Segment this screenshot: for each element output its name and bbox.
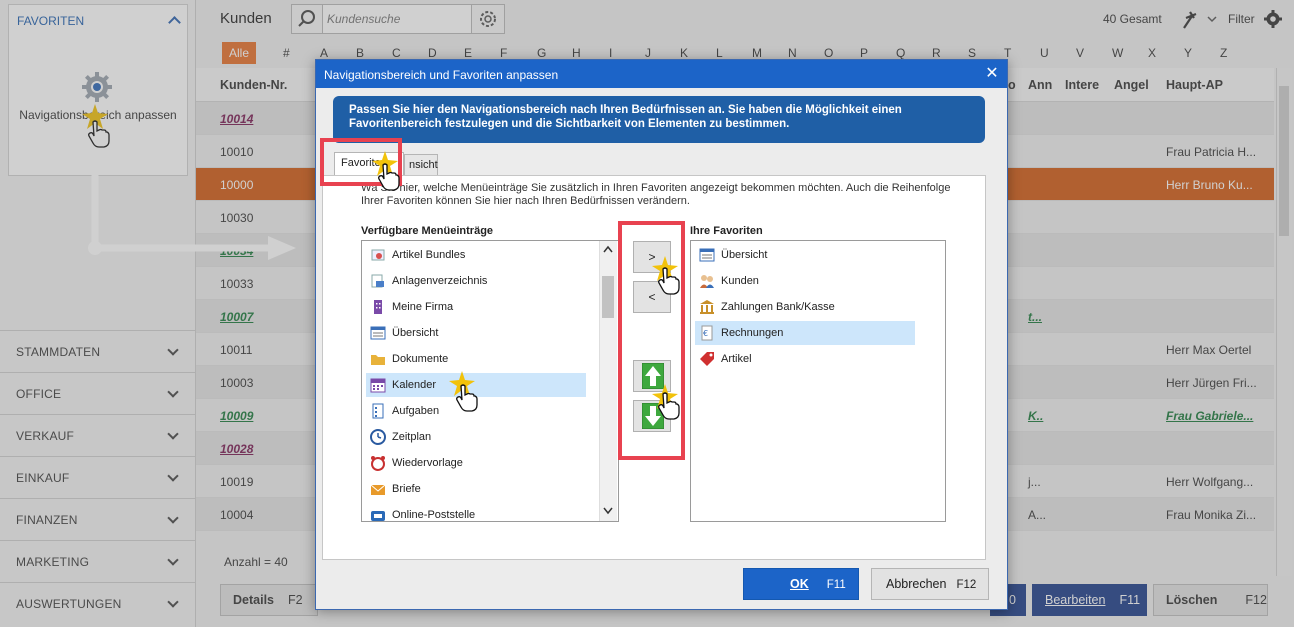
available-item-label: Aufgaben bbox=[392, 405, 440, 417]
svg-text:€: € bbox=[703, 329, 708, 338]
hand-cursor-icon bbox=[658, 267, 680, 295]
info-banner: Passen Sie hier den Navigationsbereich n… bbox=[333, 96, 985, 143]
available-item[interactable]: Wiedervorlage bbox=[366, 451, 586, 475]
overview-icon bbox=[699, 248, 715, 262]
ok-button[interactable]: OK F11 bbox=[743, 568, 859, 600]
available-items-list[interactable]: Artikel Bundles Anlagenverzeichnis Meine F… bbox=[361, 240, 619, 522]
favorite-item[interactable]: Artikel bbox=[695, 347, 915, 371]
folder-icon bbox=[371, 355, 385, 365]
favorite-item[interactable]: Übersicht bbox=[695, 243, 915, 267]
available-item[interactable]: Dokumente bbox=[366, 347, 586, 371]
favorite-item[interactable]: Zahlungen Bank/Kasse bbox=[695, 295, 915, 319]
cancel-button[interactable]: Abbrechen F12 bbox=[871, 568, 989, 600]
favorite-items-list[interactable]: Übersicht Kunden Zahlungen Bank/Kasse € Rech… bbox=[690, 240, 946, 522]
favorite-items-title: Ihre Favoriten bbox=[690, 225, 763, 237]
hand-cursor-icon bbox=[456, 384, 478, 412]
available-item[interactable]: Artikel Bundles bbox=[366, 243, 586, 267]
available-item-label: Dokumente bbox=[392, 353, 449, 365]
info-line-2: Favoritenbereich festzulegen und die Sic… bbox=[349, 118, 790, 130]
available-item-label: Briefe bbox=[392, 483, 421, 495]
available-list-scroll-thumb[interactable] bbox=[602, 276, 614, 318]
cancel-label: Abbrechen bbox=[886, 577, 947, 591]
hand-cursor-icon bbox=[658, 392, 680, 420]
available-item-label: Zeitplan bbox=[392, 431, 432, 443]
available-item-label: Übersicht bbox=[392, 327, 439, 339]
favorite-item[interactable]: € Rechnungen bbox=[695, 321, 915, 345]
available-item[interactable]: Übersicht bbox=[366, 321, 586, 345]
favorite-item[interactable]: Kunden bbox=[695, 269, 915, 293]
alarm-icon bbox=[371, 456, 385, 471]
available-items-title: Verfügbare Menüeinträge bbox=[361, 225, 494, 237]
overview-icon bbox=[370, 326, 386, 340]
dialog-title: Navigationsbereich und Favoriten anpasse… bbox=[324, 68, 559, 82]
tag-icon bbox=[700, 352, 714, 366]
hand-cursor-icon bbox=[378, 163, 400, 191]
available-item-label: Wiedervorlage bbox=[392, 457, 463, 469]
favorite-item-label: Übersicht bbox=[721, 249, 768, 261]
ok-label: OK bbox=[790, 577, 809, 591]
favorite-item-label: Rechnungen bbox=[721, 327, 784, 339]
tasks-icon bbox=[372, 403, 384, 419]
available-item-label: Artikel Bundles bbox=[392, 249, 466, 261]
instruction-line-1: Wä Sie hier, welche Menüeinträge Sie zus… bbox=[361, 182, 951, 194]
available-item-label: Meine Firma bbox=[392, 301, 454, 313]
scroll-up-icon[interactable] bbox=[603, 245, 613, 253]
cancel-key: F12 bbox=[956, 579, 977, 591]
bank-icon bbox=[700, 300, 714, 314]
available-item-label: Anlagenverzeichnis bbox=[392, 275, 488, 287]
info-line-1: Passen Sie hier den Navigationsbereich n… bbox=[349, 104, 902, 116]
available-item-label: Online-Poststelle bbox=[392, 509, 476, 521]
available-item[interactable]: Anlagenverzeichnis bbox=[366, 269, 586, 293]
favorite-item-label: Artikel bbox=[721, 353, 752, 365]
close-icon[interactable]: ✕ bbox=[981, 63, 1003, 85]
bundle-icon bbox=[371, 249, 385, 261]
available-item[interactable]: Meine Firma bbox=[366, 295, 586, 319]
scroll-down-icon[interactable] bbox=[603, 507, 613, 515]
clock-icon bbox=[370, 429, 386, 445]
available-item[interactable]: Briefe bbox=[366, 477, 586, 501]
tab-view[interactable]: nsicht bbox=[404, 154, 438, 176]
letter-icon bbox=[370, 484, 386, 495]
building-icon bbox=[374, 300, 382, 314]
favorite-item-label: Kunden bbox=[721, 275, 759, 287]
available-item[interactable]: Zeitplan bbox=[366, 425, 586, 449]
ok-key: F11 bbox=[826, 579, 846, 591]
instruction-line-2: Ihrer Favoriten können Sie hier nach Ihr… bbox=[361, 195, 690, 207]
invoice-icon: € bbox=[701, 325, 713, 341]
instruction-text: Wä Sie hier, welche Menüeinträge Sie zus… bbox=[361, 182, 981, 208]
customers-icon bbox=[700, 275, 714, 288]
customize-dialog: Navigationsbereich und Favoriten anpasse… bbox=[315, 59, 1008, 610]
favorite-item-label: Zahlungen Bank/Kasse bbox=[721, 301, 835, 313]
available-item[interactable]: Online-Poststelle bbox=[366, 503, 586, 521]
mailbox-icon bbox=[371, 511, 385, 521]
calendar-icon bbox=[370, 378, 386, 393]
asset-icon bbox=[371, 274, 384, 288]
available-item-label: Kalender bbox=[392, 379, 437, 391]
